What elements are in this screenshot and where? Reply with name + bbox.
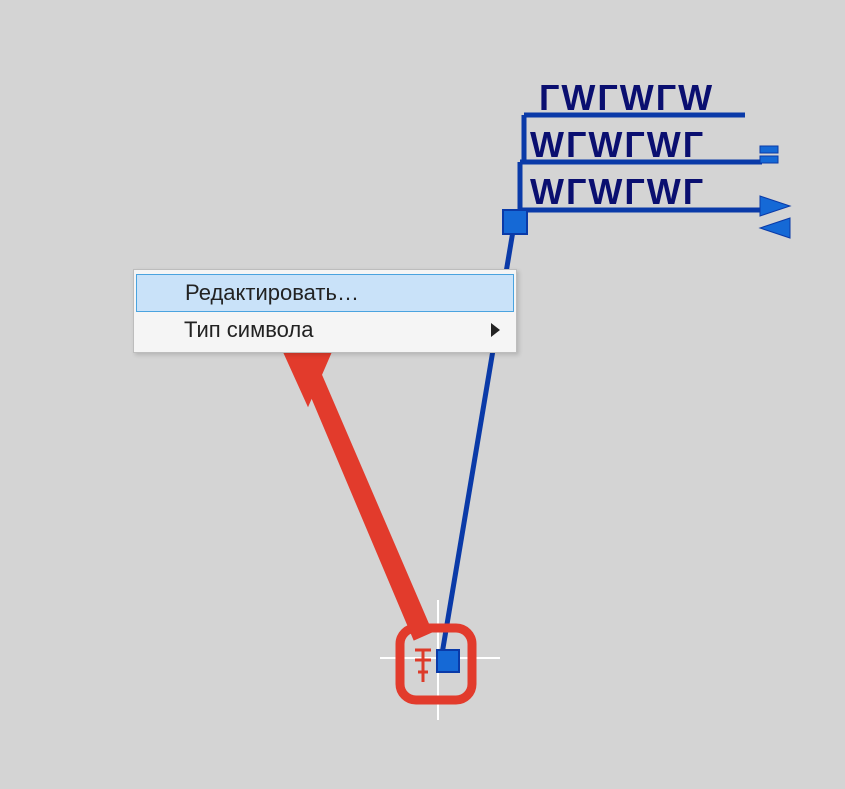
schematic-overlay — [0, 0, 845, 789]
menu-item-edit-label: Редактировать… — [181, 280, 513, 306]
base-marker-group — [380, 600, 500, 720]
sign-arrowheads — [760, 146, 790, 238]
selection-node-top — [503, 210, 527, 234]
drawing-canvas[interactable]: ГWГWГW WГWГWГ WГWГWГ — [0, 0, 845, 789]
submenu-arrow-icon — [491, 323, 500, 337]
sign-text-row-3: WГWГWГ — [530, 171, 705, 213]
context-menu: Редактировать… Тип символа — [133, 269, 517, 353]
sign-text-row-1: ГWГWГW — [539, 77, 714, 119]
menu-item-symbol-type[interactable]: Тип символа — [136, 312, 514, 348]
menu-gutter — [137, 275, 181, 311]
menu-item-edit[interactable]: Редактировать… — [136, 274, 514, 312]
annotation-highlight-box — [400, 628, 472, 700]
menu-gutter — [136, 312, 180, 348]
sign-text-row-2: WГWГWГ — [530, 124, 705, 166]
menu-item-symbol-type-label: Тип символа — [180, 317, 514, 343]
